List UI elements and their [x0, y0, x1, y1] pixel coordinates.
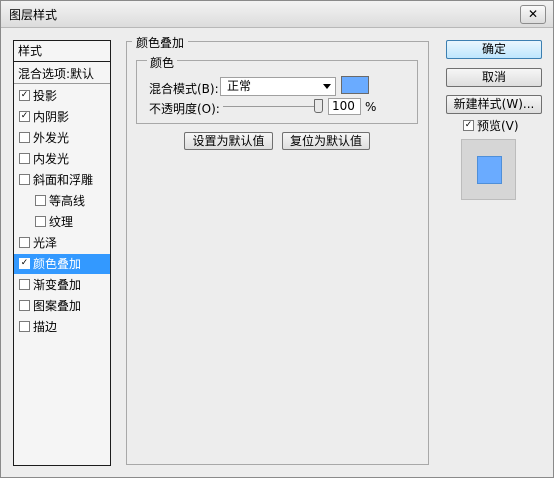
style-item[interactable]: 外发光 — [14, 128, 110, 148]
set-default-button[interactable]: 设置为默认值 — [184, 132, 273, 150]
style-item-checkbox[interactable] — [19, 174, 30, 185]
layer-style-dialog: 图层样式 ✕ 样式 混合选项:默认 ✓ 投影 ✓ 内阴影 外发光 内发光 斜面和浮雕 等高线纹… — [0, 0, 554, 478]
style-item-checkbox[interactable] — [19, 279, 30, 290]
styles-list-header[interactable]: 样式 — [14, 41, 110, 62]
style-item-checkbox[interactable] — [35, 195, 46, 206]
opacity-unit: % — [365, 100, 377, 114]
style-item[interactable]: ✓ 内阴影 — [14, 107, 110, 127]
style-item[interactable]: 纹理 — [14, 212, 110, 232]
style-item-label: 斜面和浮雕 — [33, 173, 94, 187]
title-bar[interactable]: 图层样式 ✕ — [1, 1, 553, 28]
preview-checkbox[interactable]: ✓ — [463, 120, 474, 131]
style-item-checkbox[interactable]: ✓ — [19, 111, 30, 122]
style-item-checkbox[interactable] — [19, 237, 30, 248]
style-item-checkbox[interactable] — [19, 153, 30, 164]
new-style-button[interactable]: 新建样式(W)... — [446, 95, 542, 114]
style-item-label: 光泽 — [33, 236, 58, 250]
blend-mode-select[interactable]: 正常 — [220, 77, 336, 96]
style-item-label: 投影 — [33, 89, 58, 103]
style-item-checkbox[interactable] — [19, 132, 30, 143]
color-overlay-title: 颜色叠加 — [132, 34, 189, 51]
dialog-title: 图层样式 — [9, 8, 58, 22]
blend-options-item[interactable]: 混合选项:默认 — [14, 64, 110, 84]
chevron-down-icon — [323, 84, 331, 89]
style-item-checkbox[interactable] — [35, 216, 46, 227]
style-item-label: 图案叠加 — [33, 299, 82, 313]
opacity-label: 不透明度(O): — [149, 102, 220, 116]
opacity-slider-thumb[interactable] — [314, 99, 323, 113]
ok-button[interactable]: 确定 — [446, 40, 542, 59]
close-icon: ✕ — [527, 7, 539, 21]
style-item[interactable]: 斜面和浮雕 — [14, 170, 110, 190]
style-item[interactable]: 描边 — [14, 317, 110, 337]
color-subgroup-title: 颜色 — [147, 54, 178, 71]
style-item[interactable]: ✓ 投影 — [14, 86, 110, 106]
reset-default-button[interactable]: 复位为默认值 — [282, 132, 370, 150]
style-item-checkbox[interactable] — [19, 300, 30, 311]
style-item-label: 纹理 — [49, 215, 74, 229]
style-item-checkbox[interactable]: ✓ — [19, 258, 30, 269]
close-button[interactable]: ✕ — [520, 5, 546, 24]
blend-mode-value: 正常 — [227, 79, 252, 93]
style-item-label: 外发光 — [33, 131, 70, 145]
style-item-checkbox[interactable] — [19, 321, 30, 332]
cancel-button[interactable]: 取消 — [446, 68, 542, 87]
style-item-checkbox[interactable]: ✓ — [19, 90, 30, 101]
style-item-label: 内发光 — [33, 152, 70, 166]
style-item[interactable]: 图案叠加 — [14, 296, 110, 316]
preview-label: 预览(V) — [477, 119, 519, 133]
style-item-label: 颜色叠加 — [33, 257, 82, 271]
style-item[interactable]: 光泽 — [14, 233, 110, 253]
opacity-input[interactable]: 100 — [328, 98, 361, 115]
style-item-label: 描边 — [33, 320, 58, 334]
styles-list: 样式 混合选项:默认 ✓ 投影 ✓ 内阴影 外发光 内发光 斜面和浮雕 等高线 纹理 光泽 ✓ 颜色叠… — [13, 40, 111, 466]
overlay-color-swatch[interactable] — [341, 76, 369, 94]
style-item[interactable]: 渐变叠加 — [14, 275, 110, 295]
opacity-slider-track[interactable] — [223, 106, 323, 107]
style-item-label: 等高线 — [49, 194, 86, 208]
preview-thumbnail — [461, 139, 516, 200]
style-item[interactable]: 内发光 — [14, 149, 110, 169]
blend-mode-label: 混合模式(B): — [149, 82, 219, 96]
style-item-label: 内阴影 — [33, 110, 70, 124]
style-item[interactable]: ✓ 颜色叠加 — [14, 254, 110, 274]
preview-checkbox-row[interactable]: ✓ 预览(V) — [463, 117, 519, 134]
preview-swatch — [477, 156, 502, 184]
style-item-label: 渐变叠加 — [33, 278, 82, 292]
style-item[interactable]: 等高线 — [14, 191, 110, 211]
